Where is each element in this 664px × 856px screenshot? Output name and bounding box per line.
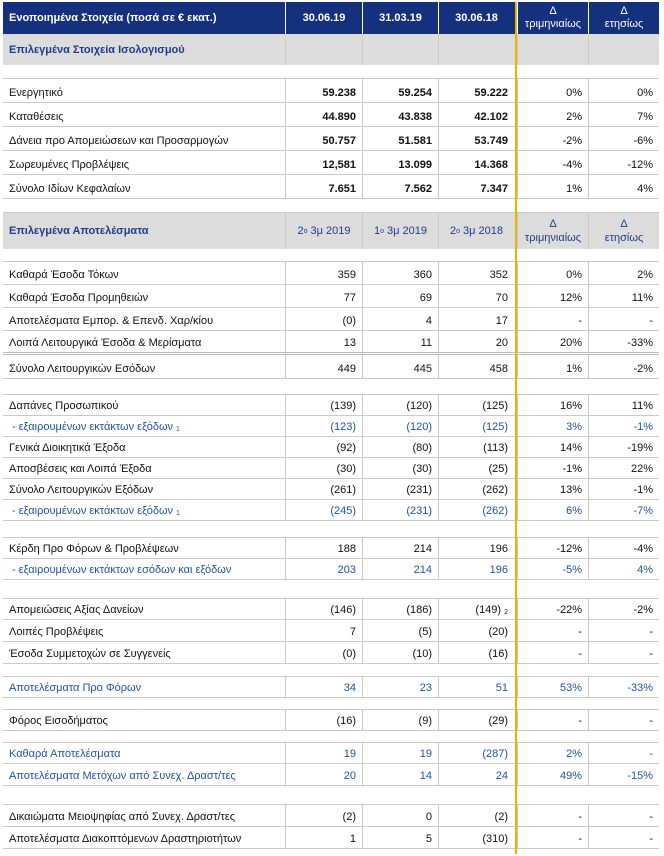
spacer-row	[3, 521, 659, 538]
table-row: Καθαρά Αποτελέσματα 19 19 (287) 2% -	[3, 743, 659, 764]
table-row: Λοιπές Προβλέψεις 7 (5) (20) - -	[3, 620, 659, 642]
table-row: Καταθέσεις 44.890 43.838 42.102 2% 7%	[3, 103, 659, 127]
table-row: Φόρος Εισοδήματος (16) (9) (29) - -	[3, 710, 659, 731]
table-row: Έσοδα Συμμετοχών σε Συγγενείς (0) (10) (…	[3, 642, 659, 664]
table-row: Δικαιώματα Μειοψηφίας από Συνεχ. Δραστ/τ…	[3, 805, 659, 827]
spacer-row	[3, 379, 659, 395]
results-col-2: 1ο 3μ 2019	[362, 213, 438, 249]
col-header-delta-q: Δ τριμηνιαίως	[517, 2, 588, 34]
spacer-row	[3, 199, 659, 213]
table-row: Αποσβέσεις και Λοιπά Έξοδα (30) (30) (25…	[3, 458, 659, 479]
section-title: Επιλεγμένα Στοιχεία Ισολογισμού	[9, 43, 185, 56]
table-row: Αποτελέσματα Εμπορ. & Επενδ. Χαρ/κίου (0…	[3, 308, 659, 331]
section-balance-header: Επιλεγμένα Στοιχεία Ισολογισμού	[3, 34, 659, 65]
spacer-row	[3, 249, 659, 262]
table-row: Δάνεια προ Απομειώσεων και Προσαρμογών 5…	[3, 127, 659, 151]
table-row: Καθαρά Έσοδα Προμηθειών 77 69 70 12% 11%	[3, 285, 659, 308]
section-title: Επιλεγμένα Αποτελέσματα	[9, 225, 149, 237]
results-col-1: 2ο 3μ 2019	[285, 213, 362, 249]
table-row: - εξαιρουμένων εκτάκτων εξόδων 1 (123) (1…	[3, 416, 659, 437]
table-title: Ενοποιημένα Στοιχεία (ποσά σε € εκατ.)	[9, 12, 217, 24]
table-row: Δαπάνες Προσωπικού (139) (120) (125) 16%…	[3, 395, 659, 416]
spacer-row	[3, 65, 659, 79]
table-row: Απομειώσεις Αξίας Δανείων (146) (186) (1…	[3, 599, 659, 620]
col-header-delta-y: Δ ετησίως	[588, 2, 659, 34]
spacer-row	[3, 731, 659, 743]
table-row: Καθαρά Έσοδα Τόκων 359 360 352 0% 2%	[3, 262, 659, 285]
table-row: Σύνολο Λειτουργικών Εσόδων 449 445 458 1…	[3, 355, 659, 379]
results-col-3: 2ο 3μ 2018	[438, 213, 514, 249]
results-delta-q: Δ τριμηνιαίως	[517, 213, 588, 249]
results-delta-y: Δ ετησίως	[588, 213, 659, 249]
col-header-1: 30.06.19	[285, 2, 362, 34]
table-row: - εξαιρουμένων εκτάκτων εξόδων 1 (245) (2…	[3, 500, 659, 521]
table-row: Λοιπά Λειτουργικά Έσοδα & Μερίσματα 13 1…	[3, 331, 659, 355]
spacer-row	[3, 786, 659, 805]
table-row: Αποτελέσματα Μετόχων από Συνεχ. Δραστ/τε…	[3, 764, 659, 786]
table-row: Κέρδη Προ Φόρων & Προβλέψεων 188 214 196…	[3, 538, 659, 559]
section-results-header: Επιλεγμένα Αποτελέσματα 2ο 3μ 2019 1ο 3μ…	[3, 213, 659, 249]
col-header-3: 30.06.18	[438, 2, 514, 34]
table-row: Αποτελέσματα Προ Φόρων 34 23 51 53% -33%	[3, 677, 659, 698]
financial-table: Ενοποιημένα Στοιχεία (ποσά σε € εκατ.) 3…	[3, 2, 659, 849]
table-row: Γενικά Διοικητικά Έξοδα (92) (80) (113) …	[3, 437, 659, 458]
col-header-2: 31.03.19	[362, 2, 438, 34]
spacer-row	[3, 698, 659, 710]
table-row: Σύνολο Ιδίων Κεφαλαίων 7.651 7.562 7.347…	[3, 175, 659, 199]
spacer-row	[3, 580, 659, 599]
table-row: - εξαιρουμένων εκτάκτων εσόδων και εξόδω…	[3, 559, 659, 580]
table-row: Αποτελέσματα Διακοπτόμενων Δραστηριοτήτω…	[3, 827, 659, 849]
table-row: Ενεργητικό 59.238 59.254 59.222 0% 0%	[3, 79, 659, 103]
delta-column-separator	[515, 2, 517, 854]
table-row: Σωρευμένες Προβλέψεις 12,581 13.099 14.3…	[3, 151, 659, 175]
table-header: Ενοποιημένα Στοιχεία (ποσά σε € εκατ.) 3…	[3, 2, 659, 34]
spacer-row	[3, 664, 659, 677]
table-row: Σύνολο Λειτουργικών Εξόδων (261) (231) (…	[3, 479, 659, 500]
